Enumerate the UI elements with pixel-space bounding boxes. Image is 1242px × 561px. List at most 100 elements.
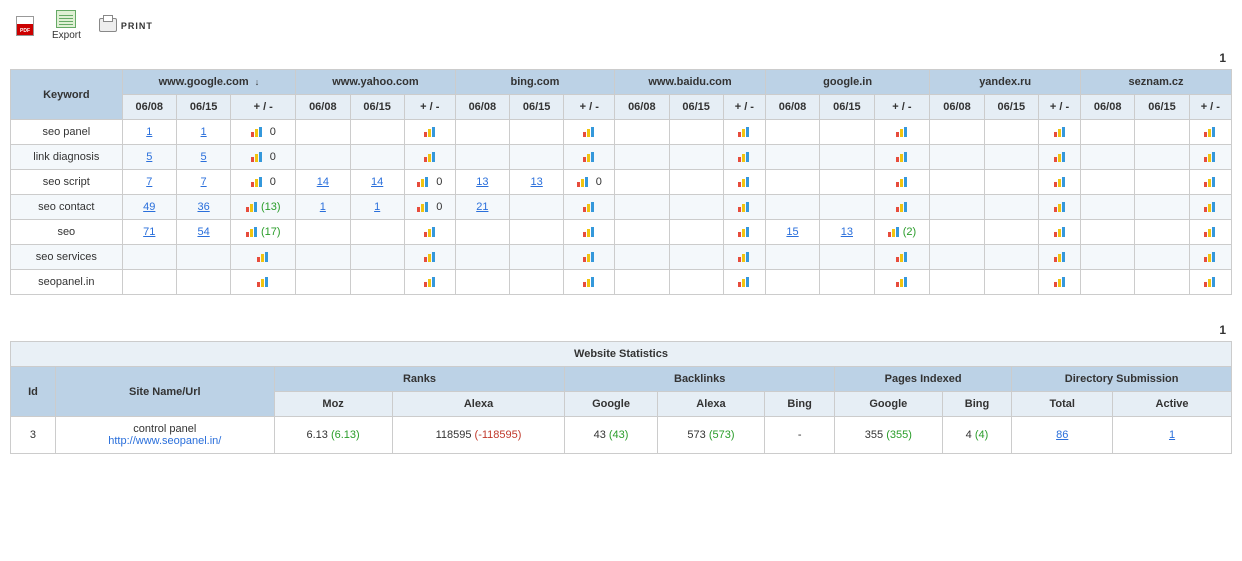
chart-icon[interactable] (1204, 252, 1216, 262)
col-engine[interactable]: yandex.ru (930, 70, 1081, 95)
chart-icon[interactable] (424, 152, 436, 162)
chart-icon[interactable] (1204, 227, 1216, 237)
chart-icon[interactable] (738, 252, 750, 262)
rank-link[interactable]: 13 (476, 176, 488, 188)
chart-icon[interactable] (738, 152, 750, 162)
chart-icon[interactable] (888, 227, 900, 237)
rank-link[interactable]: 1 (146, 126, 152, 138)
col-sub[interactable]: 06/08 (122, 95, 176, 120)
chart-icon[interactable] (424, 252, 436, 262)
chart-icon[interactable] (738, 227, 750, 237)
col-moz[interactable]: Moz (274, 392, 392, 417)
chart-icon[interactable] (424, 127, 436, 137)
chart-icon[interactable] (1054, 277, 1066, 287)
chart-icon[interactable] (1204, 202, 1216, 212)
chart-icon[interactable] (583, 202, 595, 212)
col-pi-bing[interactable]: Bing (942, 392, 1012, 417)
col-sub[interactable]: + / - (404, 95, 455, 120)
chart-icon[interactable] (896, 202, 908, 212)
chart-icon[interactable] (1054, 252, 1066, 262)
rank-link[interactable]: 13 (531, 176, 543, 188)
chart-icon[interactable] (1204, 277, 1216, 287)
col-alexa-rank[interactable]: Alexa (392, 392, 565, 417)
chart-icon[interactable] (251, 152, 263, 162)
col-sub[interactable]: 06/08 (455, 95, 509, 120)
rank-link[interactable]: 1 (374, 201, 380, 213)
chart-icon[interactable] (1054, 227, 1066, 237)
rank-link[interactable]: 71 (143, 226, 155, 238)
chart-icon[interactable] (896, 177, 908, 187)
col-sub[interactable]: 06/15 (820, 95, 874, 120)
rank-link[interactable]: 15 (786, 226, 798, 238)
chart-icon[interactable] (1204, 127, 1216, 137)
col-bl-alexa[interactable]: Alexa (657, 392, 765, 417)
rank-link[interactable]: 13 (841, 226, 853, 238)
chart-icon[interactable] (896, 127, 908, 137)
rank-link[interactable]: 14 (371, 176, 383, 188)
col-sub[interactable]: 06/08 (1081, 95, 1135, 120)
chart-icon[interactable] (1054, 177, 1066, 187)
chart-icon[interactable] (246, 202, 258, 212)
chart-icon[interactable] (246, 227, 258, 237)
rank-link[interactable]: 5 (201, 151, 207, 163)
col-engine[interactable]: bing.com (455, 70, 615, 95)
col-sub[interactable]: + / - (231, 95, 296, 120)
col-id[interactable]: Id (11, 367, 56, 417)
col-sub[interactable]: + / - (1189, 95, 1231, 120)
col-sub[interactable]: 06/15 (984, 95, 1038, 120)
chart-icon[interactable] (1204, 152, 1216, 162)
chart-icon[interactable] (424, 227, 436, 237)
chart-icon[interactable] (738, 177, 750, 187)
col-sub[interactable]: 06/08 (296, 95, 350, 120)
col-keyword[interactable]: Keyword (11, 70, 123, 120)
col-sub[interactable]: 06/15 (669, 95, 723, 120)
chart-icon[interactable] (251, 127, 263, 137)
chart-icon[interactable] (1054, 127, 1066, 137)
chart-icon[interactable] (583, 277, 595, 287)
chart-icon[interactable] (738, 202, 750, 212)
export-button[interactable]: Export (52, 10, 81, 41)
col-engine[interactable]: seznam.cz (1081, 70, 1232, 95)
col-sub[interactable]: + / - (564, 95, 615, 120)
chart-icon[interactable] (896, 152, 908, 162)
chart-icon[interactable] (583, 227, 595, 237)
col-sub[interactable]: 06/08 (765, 95, 819, 120)
chart-icon[interactable] (583, 252, 595, 262)
chart-icon[interactable] (1054, 202, 1066, 212)
chart-icon[interactable] (583, 127, 595, 137)
rank-link[interactable]: 7 (201, 176, 207, 188)
chart-icon[interactable] (583, 152, 595, 162)
rank-link[interactable]: 7 (146, 176, 152, 188)
rank-link[interactable]: 14 (317, 176, 329, 188)
col-ds-total[interactable]: Total (1012, 392, 1113, 417)
rank-link[interactable]: 49 (143, 201, 155, 213)
chart-icon[interactable] (738, 277, 750, 287)
site-url[interactable]: http://www.seopanel.in/ (108, 435, 221, 447)
chart-icon[interactable] (417, 177, 429, 187)
chart-icon[interactable] (896, 252, 908, 262)
col-sub[interactable]: + / - (874, 95, 930, 120)
col-bl-bing[interactable]: Bing (765, 392, 835, 417)
chart-icon[interactable] (417, 202, 429, 212)
chart-icon[interactable] (257, 252, 269, 262)
rank-link[interactable]: 1 (320, 201, 326, 213)
col-bl-google[interactable]: Google (565, 392, 657, 417)
col-sub[interactable]: 06/08 (615, 95, 669, 120)
print-button[interactable]: PRINT (99, 18, 153, 33)
chart-icon[interactable] (738, 127, 750, 137)
col-sub[interactable]: 06/15 (510, 95, 564, 120)
col-pi-google[interactable]: Google (834, 392, 942, 417)
chart-icon[interactable] (1204, 177, 1216, 187)
rank-link[interactable]: 54 (197, 226, 209, 238)
col-sub[interactable]: 06/15 (350, 95, 404, 120)
col-site[interactable]: Site Name/Url (55, 367, 274, 417)
rank-link[interactable]: 5 (146, 151, 152, 163)
chart-icon[interactable] (1054, 152, 1066, 162)
rank-link[interactable]: 36 (197, 201, 209, 213)
col-sub[interactable]: 06/08 (930, 95, 984, 120)
col-ds-active[interactable]: Active (1113, 392, 1232, 417)
col-sub[interactable]: + / - (1038, 95, 1080, 120)
rank-link[interactable]: 21 (476, 201, 488, 213)
col-engine[interactable]: google.in (765, 70, 929, 95)
col-sub[interactable]: 06/15 (176, 95, 230, 120)
